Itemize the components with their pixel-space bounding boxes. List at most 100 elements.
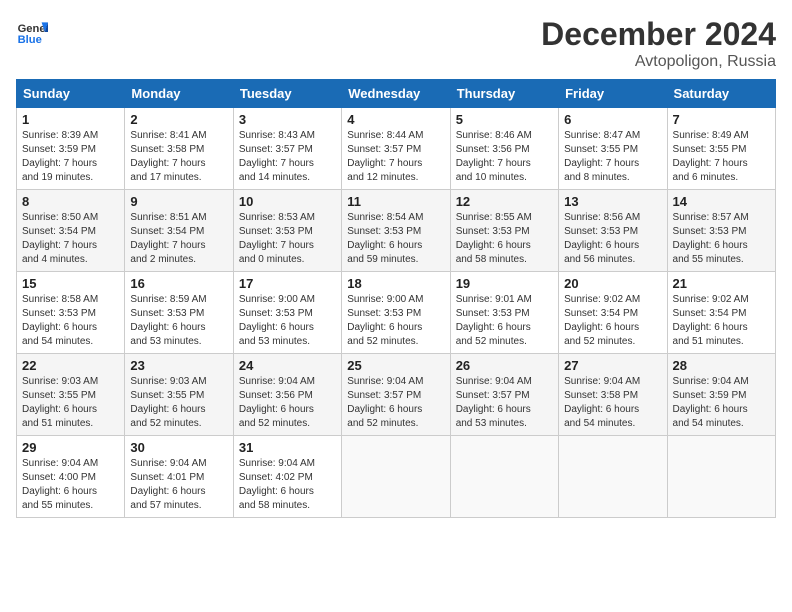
- day-number: 4: [347, 112, 444, 127]
- calendar-cell: 15Sunrise: 8:58 AMSunset: 3:53 PMDayligh…: [17, 272, 125, 354]
- calendar-cell: [559, 436, 667, 518]
- day-number: 3: [239, 112, 336, 127]
- calendar-cell: 22Sunrise: 9:03 AMSunset: 3:55 PMDayligh…: [17, 354, 125, 436]
- day-info: Sunrise: 8:47 AMSunset: 3:55 PMDaylight:…: [564, 129, 661, 185]
- day-info: Sunrise: 8:43 AMSunset: 3:57 PMDaylight:…: [239, 129, 336, 185]
- day-number: 17: [239, 276, 336, 291]
- day-number: 10: [239, 194, 336, 209]
- title-block: December 2024 Avtopoligon, Russia: [541, 16, 776, 71]
- day-info: Sunrise: 9:04 AMSunset: 3:59 PMDaylight:…: [673, 375, 770, 431]
- day-info: Sunrise: 9:04 AMSunset: 4:01 PMDaylight:…: [130, 457, 227, 513]
- calendar-cell: 28Sunrise: 9:04 AMSunset: 3:59 PMDayligh…: [667, 354, 775, 436]
- calendar-week-1: 1 Sunrise: 8:39 AMSunset: 3:59 PMDaylight…: [17, 108, 776, 190]
- calendar-week-5: 29Sunrise: 9:04 AMSunset: 4:00 PMDayligh…: [17, 436, 776, 518]
- day-info: Sunrise: 8:50 AMSunset: 3:54 PMDaylight:…: [22, 211, 119, 267]
- day-number: 31: [239, 440, 336, 455]
- day-info: Sunrise: 8:56 AMSunset: 3:53 PMDaylight:…: [564, 211, 661, 267]
- calendar-cell: [450, 436, 558, 518]
- calendar-cell: 30 Sunrise: 9:04 AMSunset: 4:01 PMDayligh…: [125, 436, 233, 518]
- day-info: Sunrise: 9:04 AMSunset: 3:57 PMDaylight:…: [347, 375, 444, 431]
- calendar-cell: 6 Sunrise: 8:47 AMSunset: 3:55 PMDaylight…: [559, 108, 667, 190]
- day-info: Sunrise: 8:58 AMSunset: 3:53 PMDaylight:…: [22, 293, 119, 349]
- day-info: Sunrise: 8:51 AMSunset: 3:54 PMDaylight:…: [130, 211, 227, 267]
- calendar-cell: 8 Sunrise: 8:50 AMSunset: 3:54 PMDaylight…: [17, 190, 125, 272]
- day-number: 25: [347, 358, 444, 373]
- day-number: 30: [130, 440, 227, 455]
- calendar-week-3: 15Sunrise: 8:58 AMSunset: 3:53 PMDayligh…: [17, 272, 776, 354]
- day-number: 11: [347, 194, 444, 209]
- day-number: 18: [347, 276, 444, 291]
- col-header-wednesday: Wednesday: [342, 80, 450, 108]
- day-number: 13: [564, 194, 661, 209]
- day-info: Sunrise: 9:04 AMSunset: 3:57 PMDaylight:…: [456, 375, 553, 431]
- day-info: Sunrise: 8:41 AMSunset: 3:58 PMDaylight:…: [130, 129, 227, 185]
- col-header-monday: Monday: [125, 80, 233, 108]
- col-header-friday: Friday: [559, 80, 667, 108]
- day-number: 16: [130, 276, 227, 291]
- month-title: December 2024: [541, 16, 776, 53]
- location-subtitle: Avtopoligon, Russia: [541, 53, 776, 71]
- day-info: Sunrise: 8:39 AMSunset: 3:59 PMDaylight:…: [22, 129, 119, 185]
- calendar-cell: 12 Sunrise: 8:55 AMSunset: 3:53 PMDayligh…: [450, 190, 558, 272]
- day-number: 19: [456, 276, 553, 291]
- calendar-cell: [667, 436, 775, 518]
- calendar-cell: 9 Sunrise: 8:51 AMSunset: 3:54 PMDaylight…: [125, 190, 233, 272]
- calendar-cell: 24Sunrise: 9:04 AMSunset: 3:56 PMDayligh…: [233, 354, 341, 436]
- calendar-week-4: 22Sunrise: 9:03 AMSunset: 3:55 PMDayligh…: [17, 354, 776, 436]
- day-info: Sunrise: 9:02 AMSunset: 3:54 PMDaylight:…: [673, 293, 770, 349]
- calendar-cell: [342, 436, 450, 518]
- calendar-week-2: 8 Sunrise: 8:50 AMSunset: 3:54 PMDaylight…: [17, 190, 776, 272]
- calendar-cell: 21 Sunrise: 9:02 AMSunset: 3:54 PMDayligh…: [667, 272, 775, 354]
- day-info: Sunrise: 8:49 AMSunset: 3:55 PMDaylight:…: [673, 129, 770, 185]
- day-number: 24: [239, 358, 336, 373]
- day-number: 9: [130, 194, 227, 209]
- day-info: Sunrise: 9:02 AMSunset: 3:54 PMDaylight:…: [564, 293, 661, 349]
- calendar-cell: 7 Sunrise: 8:49 AMSunset: 3:55 PMDaylight…: [667, 108, 775, 190]
- calendar-cell: 25 Sunrise: 9:04 AMSunset: 3:57 PMDayligh…: [342, 354, 450, 436]
- day-info: Sunrise: 9:01 AMSunset: 3:53 PMDaylight:…: [456, 293, 553, 349]
- calendar-cell: 5Sunrise: 8:46 AMSunset: 3:56 PMDaylight…: [450, 108, 558, 190]
- calendar-cell: 19 Sunrise: 9:01 AMSunset: 3:53 PMDayligh…: [450, 272, 558, 354]
- calendar-cell: 16 Sunrise: 8:59 AMSunset: 3:53 PMDayligh…: [125, 272, 233, 354]
- day-info: Sunrise: 8:55 AMSunset: 3:53 PMDaylight:…: [456, 211, 553, 267]
- calendar-cell: 20 Sunrise: 9:02 AMSunset: 3:54 PMDayligh…: [559, 272, 667, 354]
- day-info: Sunrise: 9:04 AMSunset: 4:00 PMDaylight:…: [22, 457, 119, 513]
- calendar-header-row: SundayMondayTuesdayWednesdayThursdayFrid…: [17, 80, 776, 108]
- day-number: 8: [22, 194, 119, 209]
- day-number: 27: [564, 358, 661, 373]
- day-number: 1: [22, 112, 119, 127]
- calendar-cell: 1 Sunrise: 8:39 AMSunset: 3:59 PMDaylight…: [17, 108, 125, 190]
- day-number: 14: [673, 194, 770, 209]
- logo: General Blue: [16, 16, 48, 48]
- day-info: Sunrise: 8:44 AMSunset: 3:57 PMDaylight:…: [347, 129, 444, 185]
- day-number: 2: [130, 112, 227, 127]
- day-info: Sunrise: 8:53 AMSunset: 3:53 PMDaylight:…: [239, 211, 336, 267]
- col-header-thursday: Thursday: [450, 80, 558, 108]
- day-info: Sunrise: 8:54 AMSunset: 3:53 PMDaylight:…: [347, 211, 444, 267]
- calendar-cell: 23Sunrise: 9:03 AMSunset: 3:55 PMDayligh…: [125, 354, 233, 436]
- calendar-cell: 13 Sunrise: 8:56 AMSunset: 3:53 PMDayligh…: [559, 190, 667, 272]
- day-info: Sunrise: 9:03 AMSunset: 3:55 PMDaylight:…: [22, 375, 119, 431]
- day-number: 12: [456, 194, 553, 209]
- calendar-cell: 3 Sunrise: 8:43 AMSunset: 3:57 PMDaylight…: [233, 108, 341, 190]
- day-info: Sunrise: 8:46 AMSunset: 3:56 PMDaylight:…: [456, 129, 553, 185]
- page-header: General Blue December 2024 Avtopoligon, …: [16, 16, 776, 71]
- svg-text:Blue: Blue: [18, 34, 42, 46]
- calendar-cell: 29Sunrise: 9:04 AMSunset: 4:00 PMDayligh…: [17, 436, 125, 518]
- calendar-cell: 4 Sunrise: 8:44 AMSunset: 3:57 PMDaylight…: [342, 108, 450, 190]
- day-number: 23: [130, 358, 227, 373]
- day-number: 21: [673, 276, 770, 291]
- day-number: 7: [673, 112, 770, 127]
- day-info: Sunrise: 9:00 AMSunset: 3:53 PMDaylight:…: [239, 293, 336, 349]
- calendar-cell: 17 Sunrise: 9:00 AMSunset: 3:53 PMDayligh…: [233, 272, 341, 354]
- day-number: 6: [564, 112, 661, 127]
- col-header-sunday: Sunday: [17, 80, 125, 108]
- day-info: Sunrise: 8:57 AMSunset: 3:53 PMDaylight:…: [673, 211, 770, 267]
- col-header-saturday: Saturday: [667, 80, 775, 108]
- day-info: Sunrise: 8:59 AMSunset: 3:53 PMDaylight:…: [130, 293, 227, 349]
- day-info: Sunrise: 9:04 AMSunset: 3:58 PMDaylight:…: [564, 375, 661, 431]
- calendar-cell: 31Sunrise: 9:04 AMSunset: 4:02 PMDayligh…: [233, 436, 341, 518]
- calendar-cell: 26Sunrise: 9:04 AMSunset: 3:57 PMDayligh…: [450, 354, 558, 436]
- calendar-cell: 11 Sunrise: 8:54 AMSunset: 3:53 PMDayligh…: [342, 190, 450, 272]
- day-number: 20: [564, 276, 661, 291]
